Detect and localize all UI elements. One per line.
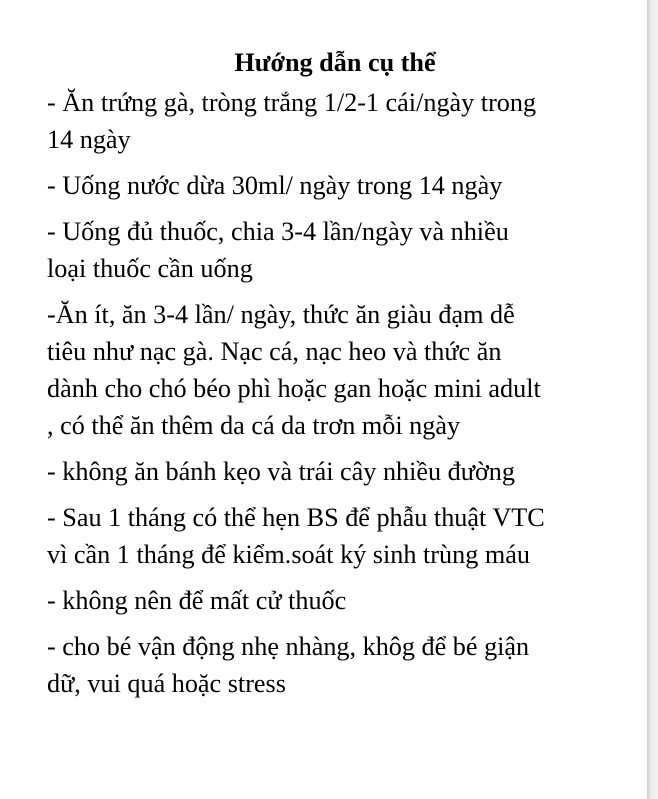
text-line: dữ, vui quá hoặc stress	[47, 669, 286, 698]
document-body: Hướng dẫn cụ thể - Ăn trứng gà, tròng tr…	[47, 44, 637, 702]
text-line: - không ăn bánh kẹo và trái cây nhiều đư…	[47, 457, 515, 486]
instruction-egg: - Ăn trứng gà, tròng trắng 1/2-1 cái/ngà…	[47, 84, 637, 158]
text-line: loại thuốc cần uống	[47, 254, 253, 283]
instruction-coconut-water: - Uống nước dừa 30ml/ ngày trong 14 ngày	[47, 167, 637, 204]
text-line: dành cho chó béo phì hoặc gan hoặc mini …	[47, 374, 541, 403]
text-line: tiêu như nạc gà. Nạc cá, nạc heo và thức…	[47, 337, 502, 366]
text-line: 14 ngày	[47, 125, 131, 154]
text-line: - Ăn trứng gà, tròng trắng 1/2-1 cái/ngà…	[47, 88, 537, 117]
instruction-medicine: - Uống đủ thuốc, chia 3-4 lần/ngày và nh…	[47, 213, 637, 287]
text-line: - Sau 1 tháng có thể hẹn BS để phẫu thuậ…	[47, 503, 545, 532]
instruction-no-missed-dose: - không nên để mất cử thuốc	[47, 582, 637, 619]
instruction-diet: -Ăn ít, ăn 3-4 lần/ ngày, thức ăn giàu đ…	[47, 296, 637, 444]
instruction-no-sweets: - không ăn bánh kẹo và trái cây nhiều đư…	[47, 453, 637, 490]
text-line: - Uống nước dừa 30ml/ ngày trong 14 ngày	[47, 171, 503, 200]
document-page: Hướng dẫn cụ thể - Ăn trứng gà, tròng tr…	[0, 0, 647, 799]
text-line: - Uống đủ thuốc, chia 3-4 lần/ngày và nh…	[47, 217, 509, 246]
text-line: , có thể ăn thêm da cá da trơn mỗi ngày	[47, 411, 461, 440]
document-title: Hướng dẫn cụ thể	[234, 48, 436, 77]
instruction-surgery: - Sau 1 tháng có thể hẹn BS để phẫu thuậ…	[47, 499, 637, 573]
page-edge-shadow	[647, 0, 658, 799]
text-line: - cho bé vận động nhẹ nhàng, khôg để bé …	[47, 632, 530, 661]
text-line: vì cần 1 tháng để kiểm.soát ký sinh trùn…	[47, 540, 530, 569]
instruction-activity: - cho bé vận động nhẹ nhàng, khôg để bé …	[47, 628, 637, 702]
text-line: -Ăn ít, ăn 3-4 lần/ ngày, thức ăn giàu đ…	[47, 300, 515, 329]
text-line: - không nên để mất cử thuốc	[47, 586, 347, 615]
